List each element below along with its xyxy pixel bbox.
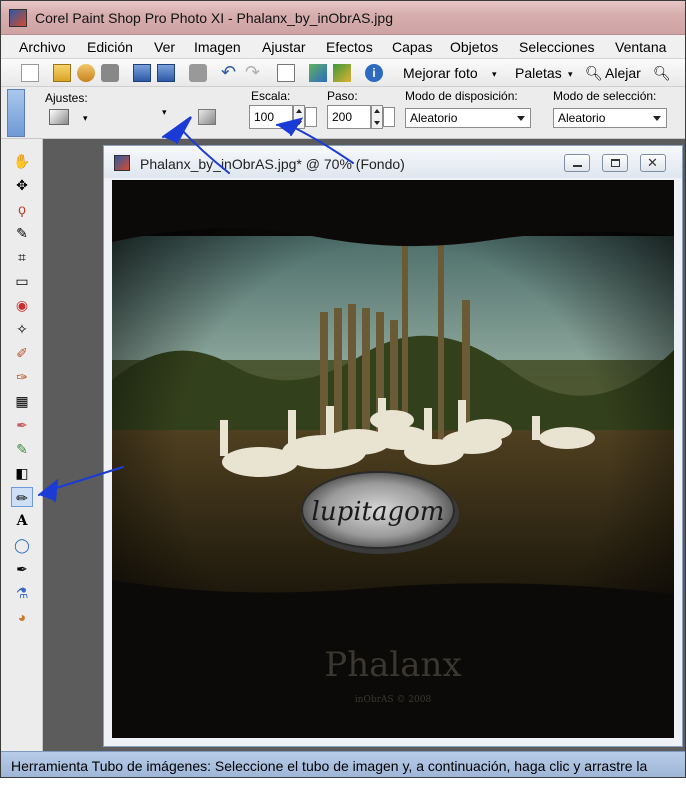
placement-mode-value: Aleatorio [410, 111, 458, 125]
paint-brush-icon[interactable]: ✑ [11, 367, 33, 387]
tools-toolbar: ✋ ✥ ϙ ✎ ⌗ ▭ ◉ ✧ ✐ ✑ ▦ ✒ ✎ ◧ ✏ A ◯ ✒ ⚗ ◕ [1, 139, 43, 751]
chevron-down-icon: ▾ [492, 69, 497, 79]
tube-settings-icon[interactable] [198, 109, 216, 125]
menu-selecciones[interactable]: Selecciones [519, 39, 595, 55]
close-icon: ✕ [647, 155, 658, 170]
maximize-button[interactable] [602, 154, 628, 172]
placement-mode-select[interactable]: Aleatorio [405, 108, 531, 128]
step-label: Paso: [327, 89, 358, 103]
crop-tool-icon[interactable]: ⌗ [11, 247, 33, 267]
zoom-out-button[interactable]: Alejar [605, 65, 641, 81]
scale-label: Escala: [251, 89, 291, 103]
save-icon[interactable] [133, 64, 151, 82]
undo-icon[interactable]: ↶ [221, 63, 239, 82]
step-input[interactable]: 200 [327, 105, 371, 129]
document-icon [114, 155, 130, 171]
selection-mode-select[interactable]: Aleatorio [553, 108, 667, 128]
move-tool-icon[interactable]: ✥ [11, 175, 33, 195]
preset-shape-icon[interactable]: ◯ [11, 535, 33, 555]
lasso-tool-icon[interactable]: ϙ [11, 199, 33, 219]
tool-options-bar: Ajustes: ▾ ▾ Escala: 100 Paso: 200 Modo … [1, 87, 685, 219]
redo-icon[interactable]: ↷ [245, 63, 263, 82]
chevron-down-icon[interactable]: ▾ [162, 107, 167, 118]
minimize-button[interactable] [564, 154, 590, 172]
smudge-tool-icon[interactable]: ✒ [11, 415, 33, 435]
scale-input[interactable]: 100 [249, 105, 293, 129]
palette-grip[interactable] [7, 89, 25, 137]
status-bar: Herramienta Tubo de imágenes: Seleccione… [1, 751, 685, 777]
dodge-tool-icon[interactable]: ▦ [11, 391, 33, 411]
scale-dropdown-icon[interactable] [305, 107, 317, 127]
enhance-photo-menu[interactable]: Mejorar foto [403, 65, 478, 81]
scan-icon[interactable] [101, 64, 119, 82]
placement-mode-label: Modo de disposición: [405, 89, 518, 103]
chevron-down-icon [653, 116, 661, 121]
one-step-fix-icon[interactable] [309, 64, 327, 82]
menu-bar: Archivo Edición Ver Imagen Ajustar Efect… [1, 35, 685, 59]
status-text: Herramienta Tubo de imágenes: Seleccione… [11, 758, 648, 774]
image-title-text: Phalanx [324, 645, 461, 685]
chevron-down-icon[interactable]: ▾ [83, 113, 88, 124]
watermark-text: lupitagom [312, 497, 445, 527]
photo-artwork: lupitagom Phalanx inObrAS © 2008 [112, 180, 674, 738]
dropper-tool-icon[interactable]: ✎ [11, 223, 33, 243]
open-folder-icon[interactable] [53, 64, 71, 82]
image-credit-text: inObrAS © 2008 [355, 695, 432, 705]
chevron-down-icon [517, 116, 525, 121]
photo-fix-icon[interactable] [333, 64, 351, 82]
clone-brush-icon[interactable]: ✐ [11, 343, 33, 363]
presets-label: Ajustes: [45, 91, 88, 105]
color-palette-icon[interactable]: ◕ [11, 607, 33, 627]
title-bar: Corel Paint Shop Pro Photo XI - Phalanx_… [1, 1, 685, 35]
replacer-tool-icon[interactable]: ◧ [11, 463, 33, 483]
menu-ver[interactable]: Ver [154, 39, 175, 55]
maximize-icon [611, 159, 620, 167]
save-as-icon[interactable] [157, 64, 175, 82]
palettes-menu[interactable]: Paletas [515, 65, 562, 81]
menu-objetos[interactable]: Objetos [450, 39, 498, 55]
close-button[interactable]: ✕ [640, 154, 666, 172]
menu-capas[interactable]: Capas [392, 39, 432, 55]
image-canvas[interactable]: lupitagom Phalanx inObrAS © 2008 [112, 180, 674, 738]
resize-icon[interactable] [277, 64, 295, 82]
magnifier-icon[interactable]: 🔍︎ [653, 65, 671, 82]
retouch-tool-icon[interactable]: ✎ [11, 439, 33, 459]
new-file-icon[interactable] [21, 64, 39, 82]
menu-ventana[interactable]: Ventana [615, 39, 666, 55]
magnifier-icon: 🔍︎ [585, 65, 603, 81]
app-icon [9, 9, 27, 27]
menu-ajustar[interactable]: Ajustar [262, 39, 306, 55]
menu-edicion[interactable]: Edición [87, 39, 133, 55]
cropped-text-strip [0, 778, 686, 790]
step-stepper[interactable] [371, 105, 383, 129]
menu-archivo[interactable]: Archivo [19, 39, 66, 55]
info-icon[interactable]: i [365, 64, 383, 82]
straighten-tool-icon[interactable]: ▭ [11, 271, 33, 291]
fill-tool-icon[interactable]: ⚗ [11, 583, 33, 603]
browse-icon[interactable] [77, 64, 95, 82]
document-window[interactable]: Phalanx_by_inObrAS.jpg* @ 70% (Fondo) ✕ [103, 145, 683, 747]
document-title: Phalanx_by_inObrAS.jpg* @ 70% (Fondo) [140, 156, 405, 172]
app-window: Corel Paint Shop Pro Photo XI - Phalanx_… [0, 0, 686, 778]
document-title-bar[interactable]: Phalanx_by_inObrAS.jpg* @ 70% (Fondo) ✕ [104, 146, 682, 178]
step-dropdown-icon[interactable] [383, 107, 395, 127]
selection-mode-label: Modo de selección: [553, 89, 657, 103]
text-tool-icon[interactable]: A [11, 511, 33, 531]
window-title: Corel Paint Shop Pro Photo XI - Phalanx_… [35, 10, 393, 26]
picture-tube-tool-icon[interactable]: ✏ [11, 487, 33, 507]
pan-tool-icon[interactable]: ✋ [11, 151, 33, 171]
preset-eraser-icon[interactable] [49, 109, 69, 125]
makeover-tool-icon[interactable]: ✧ [11, 319, 33, 339]
scale-stepper[interactable] [293, 105, 305, 129]
selection-mode-value: Aleatorio [558, 111, 606, 125]
standard-toolbar: ↶ ↷ i Mejorar foto ▾ Paletas ▾ 🔍︎ Alejar… [1, 59, 685, 87]
chevron-down-icon: ▾ [568, 69, 573, 79]
minimize-icon [573, 165, 582, 167]
menu-imagen[interactable]: Imagen [194, 39, 241, 55]
menu-efectos[interactable]: Efectos [326, 39, 373, 55]
pen-tool-icon[interactable]: ✒ [11, 559, 33, 579]
red-eye-tool-icon[interactable]: ◉ [11, 295, 33, 315]
print-icon[interactable] [189, 64, 207, 82]
